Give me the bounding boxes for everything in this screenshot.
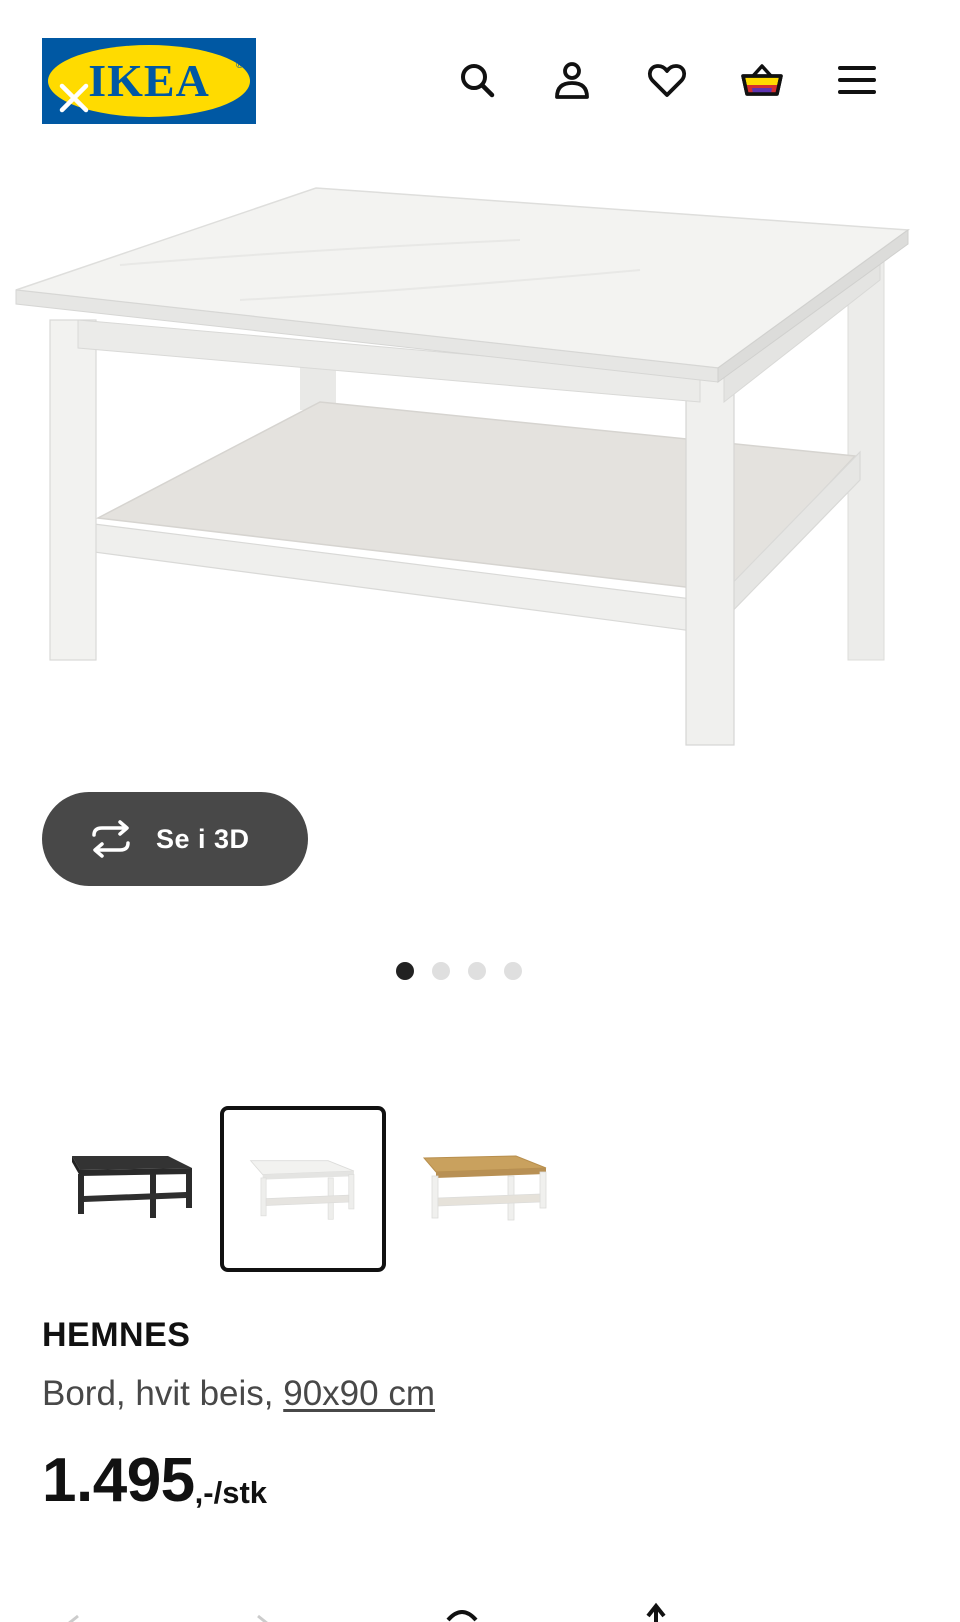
price-amount: 1.495 — [42, 1446, 195, 1515]
close-icon[interactable] — [56, 80, 92, 116]
menu-icon[interactable] — [835, 58, 879, 102]
heart-icon[interactable] — [645, 58, 689, 102]
user-icon[interactable] — [550, 58, 594, 102]
product-main-image[interactable] — [0, 170, 960, 770]
product-description-text: Bord, hvit beis, — [42, 1374, 284, 1413]
logo-registered-mark: ® — [236, 60, 244, 71]
arrow-up-icon — [646, 1602, 666, 1622]
search-icon[interactable] — [455, 58, 499, 102]
price-unit: ,-/stk — [194, 1475, 268, 1510]
carousel-dot[interactable] — [468, 962, 486, 980]
view-3d-button[interactable]: Se i 3D — [42, 792, 308, 886]
basket-icon[interactable] — [740, 58, 784, 102]
product-description: Bord, hvit beis, 90x90 cm — [42, 1374, 435, 1414]
product-name: HEMNES — [42, 1316, 191, 1354]
product-price: 1.495 ,-/stk — [42, 1438, 267, 1512]
help-icon — [446, 1610, 478, 1622]
variant-white-stain[interactable] — [220, 1106, 386, 1272]
chevron-left-icon — [68, 1614, 79, 1622]
variant-white-stain-light-brown[interactable] — [398, 1106, 564, 1272]
carousel-dot[interactable] — [432, 962, 450, 980]
variant-black-brown[interactable] — [42, 1106, 208, 1272]
bottom-icon-row — [0, 1580, 960, 1622]
product-size-link[interactable]: 90x90 cm — [283, 1374, 435, 1413]
chevron-right-icon — [257, 1614, 268, 1622]
rotate-3d-icon — [92, 820, 130, 858]
carousel-indicator — [396, 962, 522, 982]
carousel-dot[interactable] — [396, 962, 414, 980]
site-header: IKEA ® — [0, 0, 960, 150]
carousel-dot[interactable] — [504, 962, 522, 980]
variant-selector — [42, 1106, 562, 1272]
view-3d-label: Se i 3D — [156, 823, 250, 854]
